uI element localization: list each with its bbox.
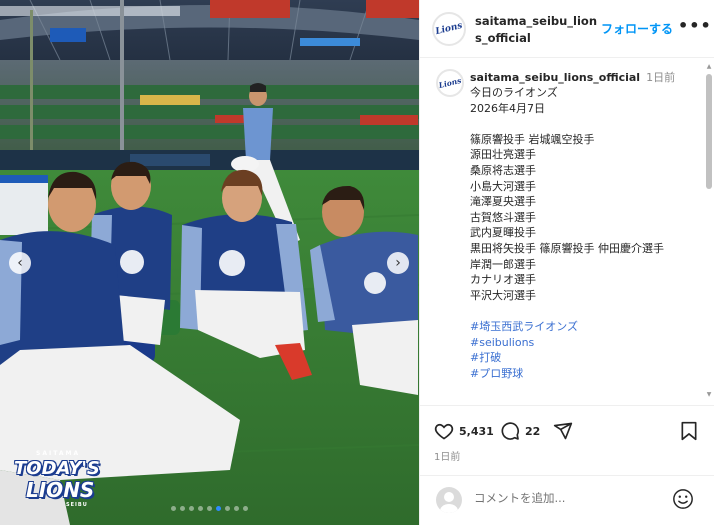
hashtag-link[interactable]: #プロ野球 — [470, 366, 700, 382]
post-side-panel: Lions saitama_seibu_lions_official フォローす… — [419, 0, 714, 525]
carousel-dot — [189, 506, 194, 511]
caption-line: 岸潤一郎選手 — [470, 257, 536, 271]
comment-icon — [501, 422, 520, 440]
caption-line: 平沢大河選手 — [470, 288, 536, 302]
post-photo[interactable]: ‹ › SAITAMA TODAY'S LIONS SEIBU — [0, 0, 419, 525]
carousel-dot — [234, 506, 239, 511]
caption-line: 古賀悠斗選手 — [470, 210, 536, 224]
account-avatar[interactable]: Lions — [432, 12, 466, 46]
caption-line: 小島大河選手 — [470, 179, 536, 193]
caption-line: 2026年4月7日 — [470, 101, 545, 115]
caption-line: 今日のライオンズ — [470, 86, 558, 99]
user-placeholder-icon — [436, 487, 462, 513]
carousel-dot — [171, 506, 176, 511]
caption-avatar[interactable]: Lions — [436, 69, 464, 97]
post-actions: 5,431 22 1日前 — [420, 405, 714, 485]
share-button[interactable] — [553, 420, 573, 442]
comment-count: 22 — [525, 424, 541, 438]
caption-line — [470, 116, 700, 132]
caption-line: 黒田将矢投手 篠原響投手 仲田慶介選手 — [470, 241, 664, 255]
bookmark-icon — [681, 421, 697, 441]
caption-line: 滝澤夏央選手 — [470, 195, 536, 209]
heart-icon — [434, 423, 454, 440]
caption-line: 源田壮亮選手 — [470, 148, 536, 162]
follow-button[interactable]: フォローする — [601, 20, 673, 37]
carousel-dot — [225, 506, 230, 511]
carousel-dots — [0, 506, 419, 511]
hashtag-link[interactable]: #seibulions — [470, 335, 700, 351]
caption-line: 桑原将志選手 — [470, 163, 536, 177]
hashtag-link[interactable]: #打破 — [470, 350, 700, 366]
caption-line: 武内夏暉投手 — [470, 226, 536, 240]
caption-username[interactable]: saitama_seibu_lions_official — [470, 71, 640, 84]
scroll-up-icon[interactable]: ▲ — [706, 64, 712, 70]
share-icon — [553, 422, 573, 440]
carousel-dot — [198, 506, 203, 511]
caption-scrollbar[interactable]: ▲ ▼ — [706, 64, 712, 398]
comment-bar — [420, 475, 714, 525]
caption-line: カナリオ選手 — [470, 273, 536, 287]
todays-lions-logo: SAITAMA TODAY'S LIONS SEIBU — [10, 450, 128, 510]
caption-line: 篠原響投手 岩城颯空投手 — [470, 132, 595, 146]
carousel-dot — [243, 506, 248, 511]
stadium-scene-image — [0, 0, 419, 525]
smile-icon[interactable] — [672, 488, 694, 514]
caption-header: saitama_seibu_lions_official 1日前 — [470, 69, 675, 85]
caption-line — [470, 303, 700, 319]
more-icon[interactable]: ••• — [678, 16, 712, 35]
account-username[interactable]: saitama_seibu_lions_official — [475, 13, 603, 47]
scroll-down-icon[interactable]: ▼ — [706, 392, 712, 398]
caption-area[interactable]: Lions saitama_seibu_lions_official 1日前 今日… — [420, 59, 708, 399]
comment-button[interactable]: 22 — [500, 420, 540, 442]
save-button[interactable] — [680, 420, 698, 442]
post-header: Lions saitama_seibu_lions_official フォローす… — [420, 0, 714, 58]
hashtag-link[interactable]: #埼玉西武ライオンズ — [470, 319, 700, 335]
post-date: 1日前 — [434, 452, 461, 463]
scroll-thumb[interactable] — [706, 74, 712, 189]
chevron-right-icon[interactable]: › — [387, 252, 409, 274]
carousel-dot — [207, 506, 212, 511]
comment-input[interactable] — [474, 491, 664, 505]
chevron-left-icon[interactable]: ‹ — [9, 252, 31, 274]
logo-top-text: SAITAMA — [36, 450, 81, 457]
caption-time: 1日前 — [646, 71, 676, 84]
like-count: 5,431 — [459, 424, 494, 438]
carousel-dot — [216, 506, 221, 511]
logo-line2-text: LIONS — [26, 478, 95, 502]
logo-line1-text: TODAY'S — [14, 458, 100, 479]
caption-text: 今日のライオンズ 2026年4月7日篠原響投手 岩城颯空投手 源田壮亮選手 桑原将志選… — [470, 85, 700, 381]
carousel-dot — [180, 506, 185, 511]
like-button[interactable]: 5,431 — [434, 420, 494, 442]
